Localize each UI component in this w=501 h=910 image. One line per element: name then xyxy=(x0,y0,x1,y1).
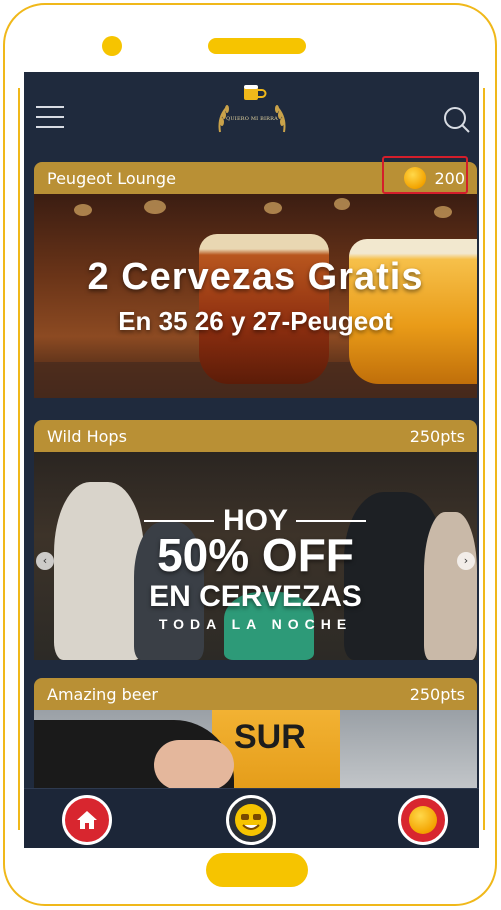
emoji-icon xyxy=(235,804,267,836)
offer-card[interactable]: Wild Hops 250pts HOY 50% OFF EN CERVEZAS… xyxy=(34,420,477,660)
venue-name: Amazing beer xyxy=(47,684,158,704)
points-value: 250pts xyxy=(409,684,465,704)
carousel-next-arrow[interactable]: › xyxy=(457,552,475,570)
home-nav-button[interactable] xyxy=(62,795,112,845)
emoji-nav-button[interactable] xyxy=(226,795,276,845)
speaker-bar xyxy=(208,38,306,54)
bottom-nav xyxy=(24,788,479,848)
card-header: Amazing beer 250pts xyxy=(34,678,477,710)
coins-nav-button[interactable] xyxy=(398,795,448,845)
offer-image: HOY 50% OFF EN CERVEZAS TODA LA NOCHE ‹ … xyxy=(34,452,477,660)
app-logo: QUIERO MI BIRRA xyxy=(210,82,294,142)
venue-name: Peugeot Lounge xyxy=(47,168,176,188)
app-screen: QUIERO MI BIRRA Peugeot Lounge 200 2 Cer… xyxy=(24,72,479,848)
points-value: 250pts xyxy=(409,426,465,446)
camera-dot xyxy=(102,36,122,56)
offer-image: 2 Cervezas Gratis En 35 26 y 27-Peugeot xyxy=(34,194,477,398)
promo-title: 2 Cervezas Gratis xyxy=(87,256,424,298)
search-icon[interactable] xyxy=(443,106,471,134)
logo-text: QUIERO MI BIRRA xyxy=(226,116,278,122)
frame-line-right xyxy=(483,88,485,830)
frame-line-left xyxy=(18,88,20,830)
promo-subtitle: EN CERVEZAS xyxy=(149,580,362,613)
phone-home-button xyxy=(206,853,308,887)
image-text: SUR xyxy=(234,718,306,756)
top-bar: QUIERO MI BIRRA xyxy=(24,72,479,160)
promo-subtitle: En 35 26 y 27-Peugeot xyxy=(118,306,393,336)
home-icon xyxy=(77,811,97,829)
offer-card[interactable]: Amazing beer 250pts SUR xyxy=(34,678,477,800)
offer-card[interactable]: Peugeot Lounge 200 2 Cervezas Gratis En … xyxy=(34,156,477,398)
promo-tagline: TODA LA NOCHE xyxy=(158,616,353,632)
card-header: Wild Hops 250pts xyxy=(34,420,477,452)
coin-icon xyxy=(409,806,437,834)
points-highlight-box xyxy=(382,156,468,194)
carousel-prev-arrow[interactable]: ‹ xyxy=(36,552,54,570)
venue-name: Wild Hops xyxy=(47,426,127,446)
offer-image: SUR xyxy=(34,710,477,800)
hamburger-icon[interactable] xyxy=(36,106,64,128)
promo-discount: 50% OFF xyxy=(157,529,354,581)
